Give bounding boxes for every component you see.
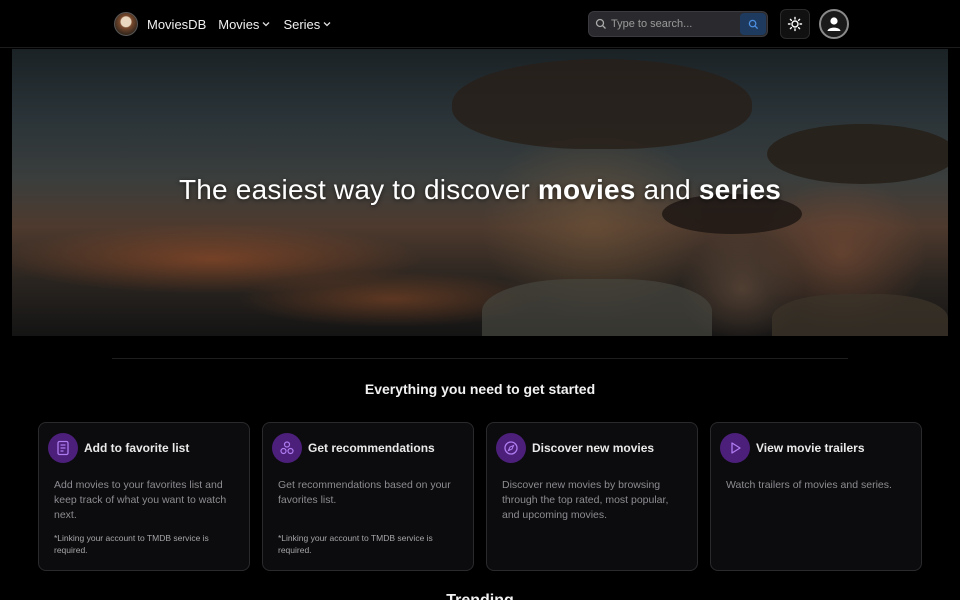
navbar: MoviesDB Movies Series xyxy=(0,0,960,48)
play-icon xyxy=(720,433,750,463)
card-title: View movie trailers xyxy=(756,441,865,455)
search-box xyxy=(588,11,768,37)
feature-card-trailers[interactable]: View movie trailers Watch trailers of mo… xyxy=(710,422,922,571)
hero-title-series: series xyxy=(698,174,782,205)
card-note: *Linking your account to TMDB service is… xyxy=(278,533,433,555)
card-description: Watch trailers of movies and series. xyxy=(726,479,892,491)
recommendations-icon xyxy=(272,433,302,463)
movies-menu-label: Movies xyxy=(218,16,260,32)
search-icon xyxy=(595,18,606,29)
compass-icon xyxy=(496,433,526,463)
hero-title-text: The easiest way to discover xyxy=(178,174,538,205)
section-divider xyxy=(112,358,848,359)
logo-avatar[interactable] xyxy=(114,12,138,36)
trending-title: Trending xyxy=(0,592,960,600)
series-menu-label: Series xyxy=(283,16,321,32)
series-menu[interactable]: Series xyxy=(283,17,332,32)
hero-image-figure xyxy=(772,294,948,336)
card-description: Add movies to your favorites list and ke… xyxy=(54,479,227,521)
sun-icon xyxy=(787,16,803,32)
chevron-down-icon xyxy=(262,22,270,27)
hero-banner: The easiest way to discover movies and s… xyxy=(12,49,948,336)
card-description: Discover new movies by browsing through … xyxy=(502,479,669,521)
hero-title-text: and xyxy=(635,174,699,205)
user-avatar-button[interactable] xyxy=(819,9,849,39)
card-title: Add to favorite list xyxy=(84,441,190,455)
search-button[interactable] xyxy=(740,13,766,35)
hero-title: The easiest way to discover movies and s… xyxy=(12,174,948,206)
movies-menu[interactable]: Movies xyxy=(218,17,271,32)
section-title: Everything you need to get started xyxy=(364,381,596,397)
hero-image-figure xyxy=(452,59,752,149)
feature-card-recommendations[interactable]: Get recommendations Get recommendations … xyxy=(262,422,474,571)
nav-left: MoviesDB Movies Series xyxy=(114,12,332,36)
theme-toggle-button[interactable] xyxy=(780,9,810,39)
chevron-down-icon xyxy=(323,22,331,27)
search-input[interactable] xyxy=(611,18,739,30)
user-icon xyxy=(827,17,841,31)
brand-link[interactable]: MoviesDB xyxy=(147,17,206,32)
card-note: *Linking your account to TMDB service is… xyxy=(54,533,209,555)
hero-title-movies: movies xyxy=(537,174,636,205)
card-title: Discover new movies xyxy=(532,441,655,455)
card-title: Get recommendations xyxy=(308,441,435,455)
hero-image-figure xyxy=(482,279,712,336)
feature-card-favorites[interactable]: Add to favorite list Add movies to your … xyxy=(38,422,250,571)
search-icon xyxy=(748,19,758,29)
list-icon xyxy=(48,433,78,463)
card-description: Get recommendations based on your favori… xyxy=(278,479,451,506)
feature-card-discover[interactable]: Discover new movies Discover new movies … xyxy=(486,422,698,571)
